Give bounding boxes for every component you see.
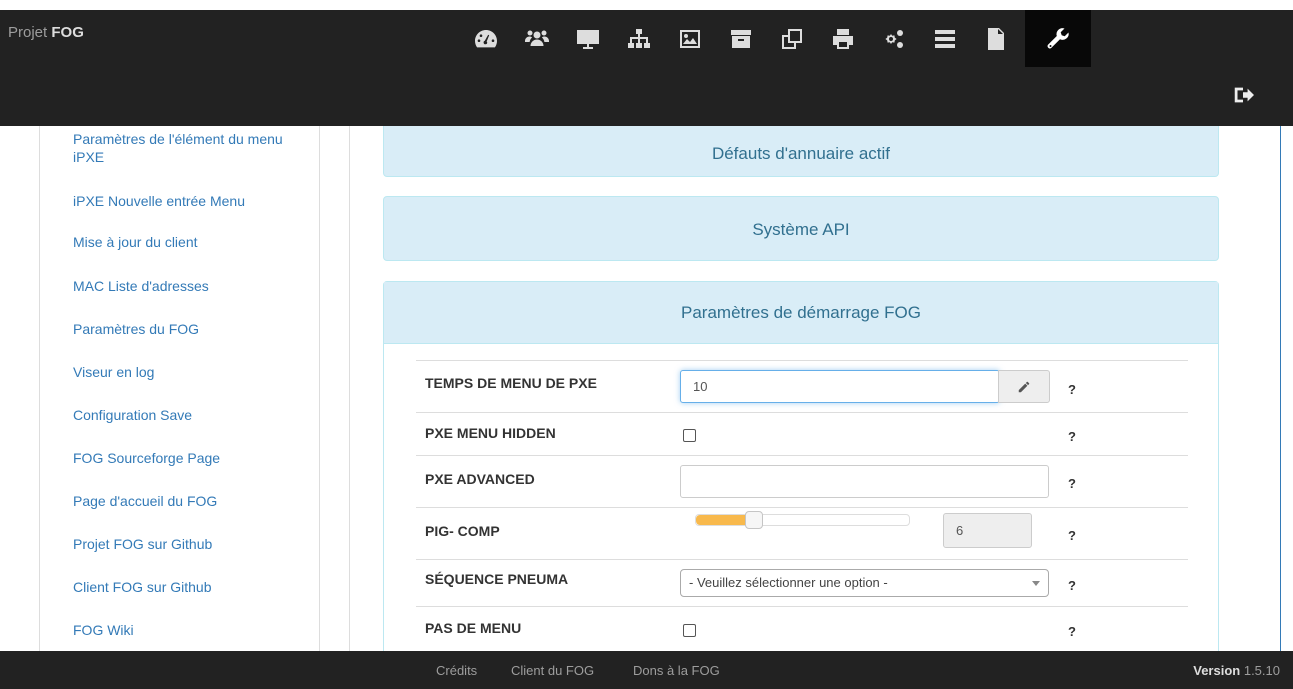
setting-label: SÉQUENCE PNEUMA: [425, 571, 569, 587]
file-icon: [987, 27, 1004, 50]
setting-row-pxe-advanced: PXE ADVANCED ?: [416, 455, 1188, 507]
logout-button[interactable]: [1232, 84, 1256, 108]
panel-title: Système API: [752, 220, 850, 239]
sidebar-item-client-updater[interactable]: Mise à jour du client: [73, 233, 293, 251]
panel-api-system[interactable]: Système API: [383, 196, 1219, 261]
cogs-icon: [884, 29, 903, 48]
top-strip: [0, 0, 1293, 10]
setting-label: PXE MENU HIDDEN: [425, 425, 556, 441]
select-value: - Veuillez sélectionner une option -: [689, 575, 888, 590]
clone-icon: [781, 28, 802, 49]
sidebar-item-fog-settings[interactable]: Paramètres du FOG: [73, 320, 293, 338]
setting-row-pxe-menu-time: TEMPS DE MENU DE PXE 10 ?: [416, 360, 1188, 412]
sidebar-item-log-viewer[interactable]: Viseur en log: [73, 363, 293, 381]
nav-snapins[interactable]: [766, 10, 817, 67]
help-icon[interactable]: ?: [1068, 476, 1076, 491]
version-number: 1.5.10: [1243, 663, 1280, 678]
footer-link-donate[interactable]: Dons à la FOG: [633, 663, 720, 678]
users-icon: [524, 30, 549, 46]
nav-services[interactable]: [868, 10, 919, 67]
help-icon[interactable]: ?: [1068, 578, 1076, 593]
sidebar-item-fog-homepage[interactable]: Page d'accueil du FOG: [73, 492, 293, 510]
brand-prefix: Projet: [8, 24, 48, 41]
setting-label: PAS DE MENU: [425, 620, 522, 636]
archive-icon: [730, 29, 751, 48]
setting-label: PXE ADVANCED: [425, 471, 535, 487]
no-menu-checkbox[interactable]: [683, 624, 696, 637]
nav-storage[interactable]: [715, 10, 766, 67]
sidebar-item-mac-address-list[interactable]: MAC Liste d'adresses: [73, 277, 293, 295]
setting-label: PIG- COMP: [425, 523, 500, 539]
top-navbar: Projet FOG: [0, 0, 1293, 126]
nav-printers[interactable]: [817, 10, 868, 67]
pxe-menu-hidden-checkbox[interactable]: [683, 429, 696, 442]
panel-title: Défauts d'annuaire actif: [711, 144, 891, 163]
nav-hosts[interactable]: [562, 10, 613, 67]
compression-value: 6: [943, 513, 1032, 548]
panel-heading[interactable]: Paramètres de démarrage FOG: [384, 282, 1218, 344]
help-icon[interactable]: ?: [1068, 382, 1076, 397]
help-icon[interactable]: ?: [1068, 429, 1076, 444]
footer-link-credits[interactable]: Crédits: [436, 663, 477, 678]
sidebar-item-ipxe-menu-settings[interactable]: Paramètres de l'élément du menu iPXE: [73, 130, 293, 166]
nav-groups[interactable]: [613, 10, 664, 67]
nav-images[interactable]: [664, 10, 715, 67]
pneuma-sequence-select[interactable]: - Veuillez sélectionner une option -: [680, 569, 1049, 597]
sidebar-item-client-github[interactable]: Client FOG sur Github: [73, 578, 293, 596]
sitemap-icon: [627, 28, 650, 48]
version-label: Version: [1193, 663, 1241, 678]
pencil-icon: [1018, 381, 1030, 392]
pxe-menu-time-input[interactable]: 10: [680, 370, 1000, 403]
panel-active-directory-defaults[interactable]: Défauts d'annuaire actif: [383, 126, 1219, 177]
nav-fog-configuration[interactable]: [1025, 10, 1091, 67]
sidebar-item-fog-wiki[interactable]: FOG Wiki: [73, 621, 293, 639]
main-content: Défauts d'annuaire actif Système API Par…: [349, 126, 1281, 651]
sidebar-item-configuration-save[interactable]: Configuration Save: [73, 406, 293, 424]
setting-row-pneuma-sequence: SÉQUENCE PNEUMA - Veuillez sélectionner …: [416, 559, 1188, 606]
chevron-down-icon: [1032, 581, 1040, 586]
help-icon[interactable]: ?: [1068, 528, 1076, 543]
setting-row-no-menu: PAS DE MENU ?: [416, 606, 1188, 650]
version-info: Version 1.5.10: [1193, 663, 1280, 678]
sidebar-menu: Paramètres de l'élément du menu iPXE iPX…: [39, 126, 320, 651]
brand[interactable]: Projet FOG: [8, 24, 84, 41]
nav-tasks[interactable]: [919, 10, 970, 67]
tasks-icon: [934, 29, 955, 48]
wrench-icon: [1047, 27, 1069, 48]
slider-handle[interactable]: [745, 511, 763, 529]
help-icon[interactable]: ?: [1068, 624, 1076, 639]
pxe-advanced-input[interactable]: [680, 465, 1049, 498]
nav-users[interactable]: [511, 10, 562, 67]
brand-name: FOG: [51, 24, 84, 41]
image-icon: [679, 29, 700, 48]
sign-out-icon: [1234, 87, 1254, 103]
panel-fog-boot-settings: Paramètres de démarrage FOG TEMPS DE MEN…: [383, 281, 1219, 651]
edit-button[interactable]: [998, 370, 1050, 403]
setting-label: TEMPS DE MENU DE PXE: [425, 375, 597, 391]
compression-slider[interactable]: [695, 511, 910, 529]
sidebar-item-fog-github[interactable]: Projet FOG sur Github: [73, 535, 293, 553]
panel-title: Paramètres de démarrage FOG: [681, 303, 921, 322]
setting-row-pxe-menu-hidden: PXE MENU HIDDEN ?: [416, 412, 1188, 455]
sidebar-item-sourceforge-page[interactable]: FOG Sourceforge Page: [73, 449, 293, 467]
footer-link-fog-client[interactable]: Client du FOG: [511, 663, 594, 678]
nav-dashboard[interactable]: [460, 10, 511, 67]
nav-reports[interactable]: [970, 10, 1021, 67]
dashboard-icon: [474, 29, 497, 47]
print-icon: [832, 28, 853, 49]
monitor-icon: [576, 29, 599, 49]
footer: Crédits Client du FOG Dons à la FOG Vers…: [0, 651, 1293, 689]
setting-row-pigz-compression: PIG- COMP 6 ?: [416, 507, 1188, 559]
main-nav: [460, 10, 1091, 67]
sidebar-item-ipxe-new-menu-entry[interactable]: iPXE Nouvelle entrée Menu: [73, 192, 293, 210]
